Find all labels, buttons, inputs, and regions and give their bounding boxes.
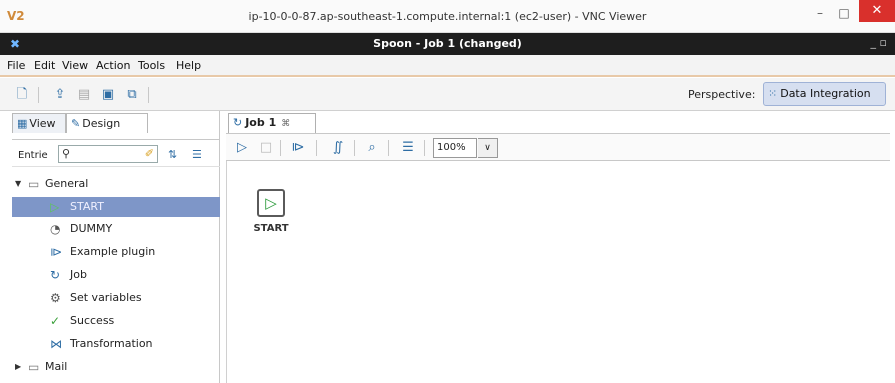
- folder-icon: ▭: [28, 360, 40, 374]
- expand-arrow-icon[interactable]: ▼: [15, 174, 21, 194]
- design-icon: ✎: [71, 117, 81, 130]
- toolbar-separator: [148, 87, 149, 103]
- design-panel: ▦ View ✎ Design Entrie ⚲ ✐ ⇅ ☰ ▼ ▭ General…: [12, 111, 220, 383]
- vnc-close-button[interactable]: ✕: [859, 0, 895, 22]
- open-icon[interactable]: ▤: [76, 87, 92, 103]
- toolbar-separator: [388, 140, 389, 156]
- zoom-select[interactable]: 100%: [433, 138, 477, 158]
- explore-db-icon[interactable]: ⌕: [364, 140, 380, 156]
- tree-item-dummy[interactable]: ◔ DUMMY: [12, 219, 220, 239]
- align-icon[interactable]: ☰: [400, 140, 416, 156]
- tree-label: DUMMY: [70, 222, 113, 235]
- toolbar-separator: [424, 140, 425, 156]
- menu-help[interactable]: Help: [176, 59, 201, 72]
- tree-item-success[interactable]: ✓ Success: [12, 311, 220, 331]
- spoon-window-controls[interactable]: _ ▫: [871, 36, 887, 49]
- save-as-icon[interactable]: ⧉: [124, 87, 140, 103]
- tab-job-1[interactable]: ↻ Job 1 ⌘: [228, 113, 316, 133]
- toolbar-separator: [354, 140, 355, 156]
- tree-folder-general[interactable]: ▼ ▭ General: [12, 174, 220, 194]
- explore-icon[interactable]: ⇪: [52, 87, 68, 103]
- tree-label: Transformation: [70, 337, 153, 350]
- perspective-data-integration-button[interactable]: ⁙ Data Integration: [763, 82, 886, 106]
- view-icon: ▦: [17, 117, 28, 130]
- chevron-down-icon[interactable]: ∨: [478, 138, 498, 158]
- new-file-icon[interactable]: 🗋: [14, 87, 30, 103]
- main-toolbar: 🗋 ⇪ ▤ ▣ ⧉ Perspective: ⁙ Data Integration: [0, 78, 895, 111]
- vnc-maximize-button[interactable]: □: [835, 6, 853, 20]
- tab-design-label: Design: [82, 117, 121, 130]
- job-editor: ↻ Job 1 ⌘ ▷ □ ⧐ ∬ ⌕ ☰ 100% ∨ ▷ START: [226, 111, 890, 383]
- job-tab-label: Job 1: [245, 116, 277, 129]
- job-icon: ↻: [233, 116, 243, 129]
- expand-all-icon[interactable]: ⇅: [168, 148, 177, 161]
- plugin-icon: ⧐: [50, 245, 62, 259]
- tab-design[interactable]: ✎ Design: [66, 113, 148, 133]
- toolbar-separator: [38, 87, 39, 103]
- spoon-title-bar: ✖ Spoon - Job 1 (changed) _ ▫: [0, 33, 895, 55]
- tree-label: START: [70, 200, 104, 213]
- tree-label: Set variables: [70, 291, 142, 304]
- menu-tools[interactable]: Tools: [138, 59, 165, 72]
- panel-tabs: ▦ View ✎ Design: [12, 113, 220, 133]
- stop-icon[interactable]: □: [258, 140, 274, 156]
- vnc-title-bar: V2 ip-10-0-0-87.ap-southeast-1.compute.i…: [0, 0, 895, 33]
- tree-label: Job: [70, 268, 87, 281]
- tab-view-label: View: [29, 117, 56, 130]
- menu-edit[interactable]: Edit: [34, 59, 55, 72]
- transformation-icon: ⋈: [50, 337, 62, 351]
- job-canvas[interactable]: ▷ START: [226, 161, 890, 383]
- start-icon: ▷: [50, 200, 60, 214]
- tree-folder-mail[interactable]: ▶ ▭ Mail: [12, 357, 220, 377]
- perspective-value: Data Integration: [780, 87, 871, 100]
- menu-action[interactable]: Action: [96, 59, 130, 72]
- tree-item-start[interactable]: ▷ START: [12, 197, 220, 217]
- close-tab-icon[interactable]: ⌘: [281, 119, 290, 129]
- tree-item-transformation[interactable]: ⋈ Transformation: [12, 334, 220, 354]
- job-icon: ↻: [50, 268, 61, 282]
- success-check-icon: ✓: [50, 314, 61, 328]
- run-icon[interactable]: ▷: [234, 140, 250, 156]
- run-options-icon[interactable]: ⧐: [290, 140, 306, 156]
- tree-label: Success: [70, 314, 115, 327]
- toolbar-separator: [280, 140, 281, 156]
- toolbar-separator: [316, 140, 317, 156]
- set-variables-icon: ⚙: [50, 291, 61, 305]
- check-job-icon[interactable]: ∬: [330, 140, 346, 156]
- tree-item-example-plugin[interactable]: ⧐ Example plugin: [12, 242, 220, 262]
- folder-icon: ▭: [28, 177, 40, 191]
- collapsed-arrow-icon[interactable]: ▶: [15, 357, 21, 377]
- menu-file[interactable]: File: [7, 59, 25, 72]
- search-label: Entrie: [18, 150, 48, 161]
- search-input[interactable]: ⚲ ✐: [58, 145, 158, 163]
- tree-label: General: [45, 177, 89, 190]
- binoculars-icon: ⚲: [62, 147, 71, 160]
- tree-label: Example plugin: [70, 245, 156, 258]
- start-node-icon[interactable]: ▷: [257, 189, 285, 217]
- tree-item-job[interactable]: ↻ Job: [12, 265, 220, 285]
- save-icon[interactable]: ▣: [100, 87, 116, 103]
- clear-search-icon[interactable]: ✐: [145, 147, 154, 160]
- dummy-icon: ◔: [50, 222, 61, 236]
- vnc-minimize-button[interactable]: –: [811, 6, 829, 20]
- job-toolbar: ▷ □ ⧐ ∬ ⌕ ☰ 100% ∨: [226, 133, 890, 161]
- spoon-window-title: Spoon - Job 1 (changed): [373, 37, 522, 50]
- menu-bar: File Edit View Action Tools Help: [0, 55, 895, 77]
- search-row: Entrie ⚲ ✐ ⇅ ☰: [12, 139, 220, 167]
- vnc-window-title: ip-10-0-0-87.ap-southeast-1.compute.inte…: [248, 10, 647, 23]
- tree-label: Mail: [45, 360, 68, 373]
- perspective-label: Perspective:: [688, 88, 756, 101]
- start-node-label: START: [253, 223, 289, 234]
- tab-view[interactable]: ▦ View: [12, 113, 66, 133]
- collapse-all-icon[interactable]: ☰: [192, 148, 202, 161]
- menu-view[interactable]: View: [62, 59, 88, 72]
- tree-item-set-variables[interactable]: ⚙ Set variables: [12, 288, 220, 308]
- data-integration-icon: ⁙: [768, 87, 778, 100]
